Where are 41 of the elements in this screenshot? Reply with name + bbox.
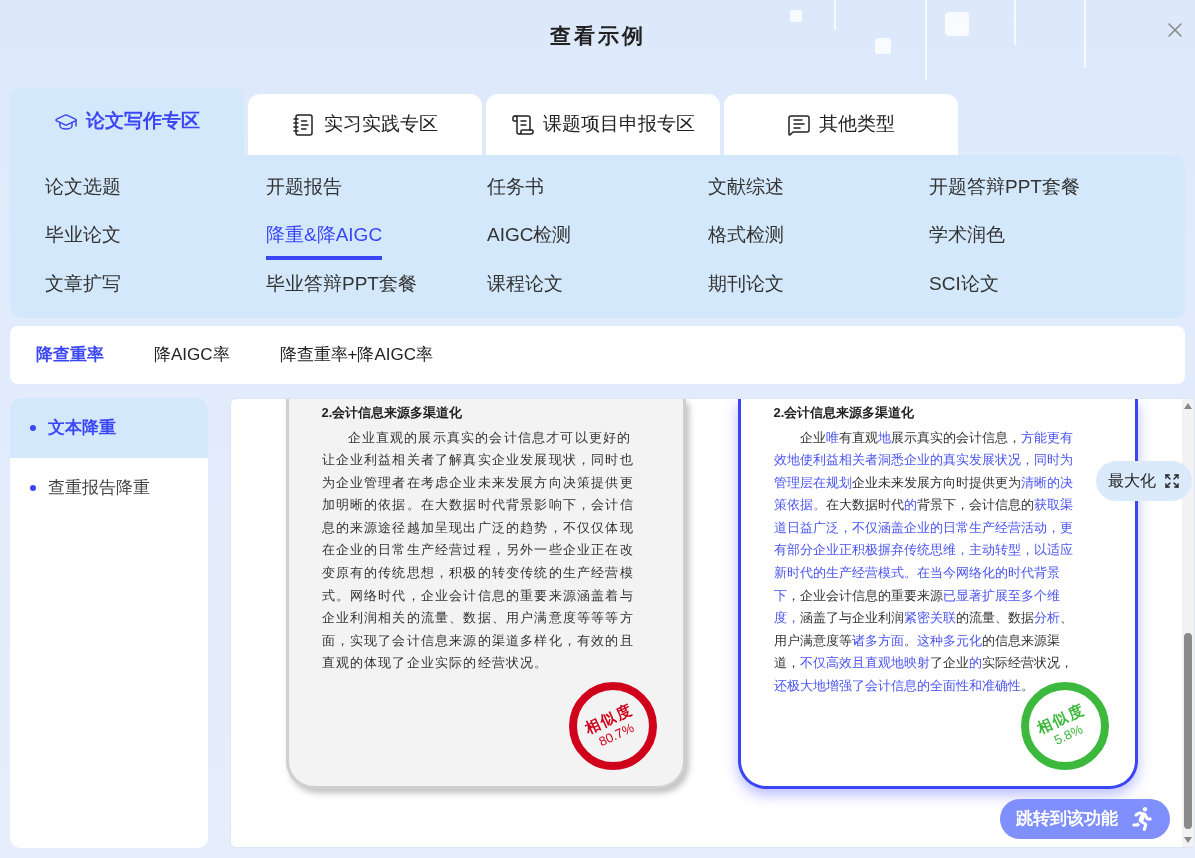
category-link[interactable]: 毕业论文 [45,221,121,260]
category-link[interactable]: 任务书 [487,173,544,212]
category-link[interactable]: 毕业答辩PPT套餐 [266,269,417,309]
category-link[interactable]: SCI论文 [929,269,999,309]
scroll-up-icon[interactable] [1184,403,1192,409]
category-tab[interactable]: 论文写作专区 [10,88,244,155]
category-tab[interactable]: 其他类型 [724,94,958,155]
paper-title: 2.会计信息来源多渠道化 [321,404,464,422]
category-link[interactable]: 文献综述 [708,173,784,212]
category-link[interactable]: 课程论文 [487,269,563,309]
paper-paragraph: 企业直观的展示真实的会计信息才可以更好的让企业利益相关者了解真实企业发展现状，同时也为企业管理者在考虑企业未来发展方向决策提供更加明晰的依据。在大数据时代背景影响下，会计信息的来源途径越加呈现出广泛的趋势，不仅仅体现在企业的日常生产经营过程，另外一些企业正在改变原有的传统思想，积极的转变传统的生产经营模式。网络时代，企业会计信息的重要来源涵盖着与企业利润相关的流量、数据、用户满意度等等等方面，实现了会计信息来源的渠道多样化，有效的且直观的体现了企业实际的经营状况。 [321,428,635,673]
scroll-thumb[interactable] [1184,633,1192,829]
category-link[interactable]: 论文选题 [45,173,121,212]
scrollbar[interactable] [1182,399,1194,847]
category-tab[interactable]: 课题项目申报专区 [486,94,720,155]
category-link[interactable]: 降重&降AIGC [266,221,383,260]
category-tab[interactable]: 实习实践专区 [248,94,482,155]
tab-icon [292,112,316,137]
paper-title: 2.会计信息来源多渠道化 [773,404,916,422]
sidebar-item[interactable]: 查重报告降重 [10,458,208,518]
running-person-icon [1130,807,1154,831]
category-link[interactable]: 文章扩写 [45,269,121,309]
category-link[interactable]: 学术润色 [929,221,1005,260]
subtab[interactable]: 降AIGC率 [154,342,230,368]
category-link[interactable]: 格式检测 [708,221,784,260]
maximize-button[interactable]: 最大化 [1096,461,1192,501]
subtab[interactable]: 降查重率+降AIGC率 [279,342,434,368]
maximize-icon [1164,473,1180,489]
category-link[interactable]: 开题报告 [266,173,342,212]
dialog-title: 查看示例 [549,23,646,50]
category-link[interactable]: 期刊论文 [708,269,784,309]
tab-icon [787,112,811,137]
subtab[interactable]: 降查重率 [36,342,104,368]
sidebar-item[interactable]: 文本降重 [10,398,208,458]
paper-paragraph: 企业唯有直观地展示真实的会计信息，方能更有效地使利益相关者洞悉企业的真实发展状况，同时为管理层在规划企业未来发展方向时提供更为清晰的决策依据。在大数据时代的背景下，会计信息的获取渠道日益广泛，不仅涵盖企业的日常生产经营活动，更有部分企业正积极摒弃传统思维，主动转型，以适应新时代的生产经营模式。在当今网络化的时代背景下，企业会计信息的重要来源已显著扩展至多个维度，涵盖了与企业利润紧密关联的流量、数据分析、用户满意度等诸多方面。这种多元化的信息来源渠道，不仅高效且直观地映射了企业的实际经营状况， 还极大地增强了会计信息的全面性和准确性。 [773,428,1074,696]
bullet-icon [30,425,36,431]
category-link[interactable]: 开题答辩PPT套餐 [929,173,1080,212]
scroll-down-icon[interactable] [1184,837,1192,843]
category-link[interactable]: AIGC检测 [487,221,572,260]
bullet-icon [30,485,36,491]
tab-icon [511,112,535,137]
